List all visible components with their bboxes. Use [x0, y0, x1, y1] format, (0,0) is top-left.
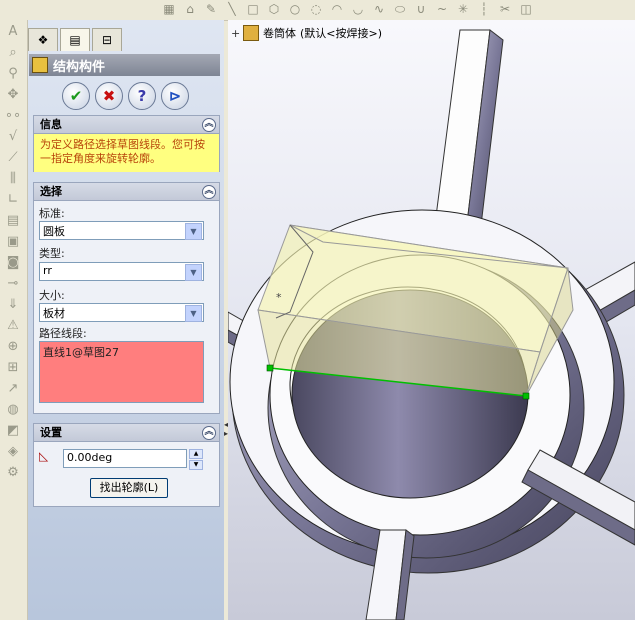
size-select[interactable]: 板材 ▼	[39, 303, 204, 322]
standard-select[interactable]: 圆板 ▼	[39, 221, 204, 240]
chevron-down-icon[interactable]: ▼	[185, 305, 202, 322]
path-segments-list[interactable]: 直线1@草图27	[39, 341, 204, 403]
view-icon[interactable]: ◙	[2, 254, 24, 272]
curve-tool-icon[interactable]: ↗	[2, 380, 24, 398]
circle-icon[interactable]: ○	[286, 1, 304, 18]
point-icon[interactable]: ✳	[454, 1, 472, 18]
selection-section: 选择 ︽ 标准: 圆板 ▼ 类型: rr ▼ 大小: 板材 ▼ 路径线段: 直线…	[33, 182, 220, 414]
dimension-icon[interactable]: √	[2, 128, 24, 146]
mate-icon[interactable]: ⊞	[2, 359, 24, 377]
paint-icon[interactable]: ◈	[2, 443, 24, 461]
table-icon[interactable]: ▤	[2, 212, 24, 230]
collapse-icon[interactable]: ︽	[202, 426, 216, 440]
chevron-down-icon[interactable]: ▼	[185, 223, 202, 240]
structural-member-icon	[32, 57, 48, 73]
chevron-down-icon[interactable]: ▼	[185, 264, 202, 281]
grid-icon[interactable]: ▦	[160, 1, 178, 18]
property-manager-tab[interactable]: ▤	[60, 28, 90, 51]
info-header-label: 信息	[40, 118, 62, 131]
standard-label: 标准:	[39, 207, 65, 220]
settings-header-label: 设置	[40, 426, 62, 439]
standard-value: 圆板	[43, 225, 65, 238]
chamfer-icon[interactable]: ⟋	[2, 149, 24, 167]
settings-icon[interactable]: ⚙	[2, 464, 24, 482]
link-icon[interactable]: ⊸	[2, 275, 24, 293]
spin-down-icon[interactable]: ▼	[189, 460, 203, 470]
info-section: 信息 ︽ 为定义路径选择草图线段。您可按一指定角度来旋转轮廓。	[33, 115, 220, 172]
size-label: 大小:	[39, 289, 65, 302]
svg-text:*: *	[276, 291, 282, 304]
configuration-manager-tab[interactable]: ⊟	[92, 28, 122, 51]
mirror-icon[interactable]: ◫	[517, 1, 535, 18]
trim-icon[interactable]: ✂	[496, 1, 514, 18]
weld-bead-icon[interactable]: ∘∘	[2, 107, 24, 125]
upper-rib	[433, 29, 504, 235]
ok-button[interactable]: ✔	[62, 82, 90, 110]
target-icon[interactable]: ⊕	[2, 338, 24, 356]
angle-spinner[interactable]: ▲ ▼	[189, 449, 203, 470]
spline-icon[interactable]: ∿	[370, 1, 388, 18]
parabola-icon[interactable]: ∪	[412, 1, 430, 18]
centerline-icon[interactable]: ┆	[475, 1, 493, 18]
pin-button[interactable]: ⊳	[161, 82, 189, 110]
selection-header-label: 选择	[40, 185, 62, 198]
corner-icon[interactable]: ∟	[2, 191, 24, 209]
part-configuration: (默认<按焊接>)	[300, 27, 383, 40]
tangent-arc-icon[interactable]: ◡	[349, 1, 367, 18]
sketch-icon[interactable]: ⌂	[181, 1, 199, 18]
help-button[interactable]: ?	[128, 82, 156, 110]
type-label: 类型:	[39, 247, 65, 260]
part-icon	[243, 25, 259, 41]
collapse-icon[interactable]: ︽	[202, 118, 216, 132]
ellipse-icon[interactable]: ⬭	[391, 1, 409, 18]
settings-header[interactable]: 设置 ︽	[34, 424, 219, 442]
text-icon[interactable]: A	[2, 23, 24, 41]
spin-up-icon[interactable]: ▲	[189, 449, 203, 459]
arc-icon[interactable]: ◌	[307, 1, 325, 18]
panel-title-bar: 结构构件	[29, 54, 220, 76]
feature-tree-flyout[interactable]: + 卷筒体 (默认<按焊接>)	[231, 25, 382, 41]
cancel-button[interactable]: ✖	[95, 82, 123, 110]
action-buttons: ✔ ✖ ? ⊳	[62, 82, 189, 110]
rotation-angle-icon: ◺	[39, 449, 49, 463]
type-value: rr	[43, 264, 52, 277]
rectangle-icon[interactable]: □	[244, 1, 262, 18]
top-toolbar: ▦ ⌂ ✎ ╲ □ ⬡ ○ ◌ ◠ ◡ ∿ ⬭ ∪ ~ ✳ ┆ ✂ ◫	[0, 0, 635, 21]
magnify-icon[interactable]: ⚲	[2, 65, 24, 83]
size-value: 板材	[43, 307, 65, 320]
info-message: 为定义路径选择草图线段。您可按一指定角度来旋转轮廓。	[34, 134, 219, 172]
rotation-angle-value: 0.00deg	[67, 451, 113, 464]
pencil-icon[interactable]: ✎	[202, 1, 220, 18]
settings-section: 设置 ︽ ◺ 0.00deg ▲ ▼ 找出轮廓(L)	[33, 423, 220, 507]
panel-title: 结构构件	[53, 60, 106, 75]
rotation-angle-input[interactable]: 0.00deg	[63, 449, 187, 468]
three-point-arc-icon[interactable]: ◠	[328, 1, 346, 18]
manager-tabs: ❖ ▤ ⊟	[28, 28, 124, 52]
feature-manager-tab[interactable]: ❖	[28, 28, 58, 51]
selection-header[interactable]: 选择 ︽	[34, 183, 219, 201]
path-segment-item[interactable]: 直线1@草图27	[40, 342, 203, 362]
zoom-icon[interactable]: ⌕	[2, 44, 24, 62]
curve-icon[interactable]: ~	[433, 1, 451, 18]
expand-icon[interactable]: +	[231, 27, 240, 40]
polygon-icon[interactable]: ⬡	[265, 1, 283, 18]
left-toolbar: A ⌕ ⚲ ✥ ∘∘ √ ⟋ ⫼ ∟ ▤ ▣ ◙ ⊸ ⇓ ⚠ ⊕ ⊞ ↗ ◍ ◩…	[0, 20, 28, 620]
warning-icon[interactable]: ⚠	[2, 317, 24, 335]
part-name[interactable]: 卷筒体	[263, 25, 296, 41]
property-manager: ❖ ▤ ⊟ 结构构件 ✔ ✖ ? ⊳ 信息 ︽ 为定义路径选择草图线段。您可按一…	[28, 20, 224, 620]
hole-table-icon[interactable]: ▣	[2, 233, 24, 251]
model-view[interactable]: *	[228, 20, 635, 620]
graphics-viewport[interactable]: * + 卷筒体 (默认<按焊接>)	[228, 20, 635, 620]
fill-icon[interactable]: ◩	[2, 422, 24, 440]
sphere-icon[interactable]: ◍	[2, 401, 24, 419]
line-icon[interactable]: ╲	[223, 1, 241, 18]
path-segments-label: 路径线段:	[39, 327, 87, 340]
find-profile-button[interactable]: 找出轮廓(L)	[90, 478, 168, 498]
arrow-down-icon[interactable]: ⇓	[2, 296, 24, 314]
collapse-icon[interactable]: ︽	[202, 185, 216, 199]
hatch-icon[interactable]: ⫼	[2, 170, 24, 188]
info-header[interactable]: 信息 ︽	[34, 116, 219, 134]
pan-icon[interactable]: ✥	[2, 86, 24, 104]
type-select[interactable]: rr ▼	[39, 262, 204, 281]
